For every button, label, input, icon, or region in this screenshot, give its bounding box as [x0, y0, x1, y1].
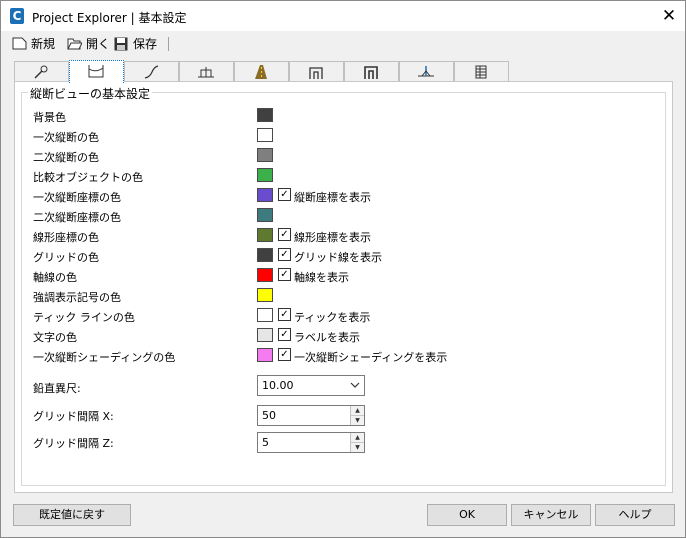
profile-settings-group: 縦断ビューの基本設定 背景色 一次縦断の色 二次縦断の色 比較オブジェクトの色 …	[21, 85, 666, 486]
cancel-button[interactable]: キャンセル	[511, 504, 591, 526]
alignment-icon	[144, 65, 159, 79]
table-icon	[475, 65, 487, 79]
row-label: グリッドの色	[33, 251, 99, 264]
open-label: 開く	[86, 37, 111, 51]
new-label: 新規	[31, 37, 56, 51]
spin-buttons: ▲ ▼	[350, 406, 364, 425]
structure-icon	[309, 67, 323, 79]
checkbox-label: 線形座標を表示	[294, 231, 371, 244]
show-axis-checkbox[interactable]: ✓	[278, 268, 291, 281]
color-swatch-alignment-coords[interactable]	[257, 228, 273, 242]
tab-table[interactable]	[454, 61, 509, 82]
show-grid-checkbox[interactable]: ✓	[278, 248, 291, 261]
spin-up-icon[interactable]: ▲	[351, 433, 364, 443]
title-bar[interactable]: C Project Explorer | 基本設定 ✕	[1, 1, 685, 31]
color-swatch-primary-profile[interactable]	[257, 128, 273, 142]
structure2-icon	[364, 66, 378, 79]
row-label: 一次縦断の色	[33, 131, 99, 144]
road-icon	[255, 65, 267, 79]
vertical-exaggeration-select[interactable]: 10.00	[257, 375, 365, 396]
grid-z-label: グリッド間隔 Z:	[33, 437, 114, 450]
tab-general[interactable]	[14, 61, 69, 82]
color-swatch-shading[interactable]	[257, 348, 273, 362]
profile-view-icon	[88, 65, 104, 78]
show-labels-checkbox[interactable]: ✓	[278, 328, 291, 341]
save-label: 保存	[133, 37, 158, 51]
toolbar-separator	[168, 37, 169, 51]
new-file-icon	[12, 37, 27, 50]
tab-alignment[interactable]	[124, 61, 179, 82]
settings-window: C Project Explorer | 基本設定 ✕ 新規 開く 保存 縦断ビ…	[0, 0, 686, 538]
color-swatch-text[interactable]	[257, 328, 273, 342]
spin-down-icon[interactable]: ▼	[351, 416, 364, 425]
group-title: 縦断ビューの基本設定	[28, 85, 153, 102]
ok-button[interactable]: OK	[427, 504, 507, 526]
grid-x-input[interactable]: 50 ▲ ▼	[257, 405, 365, 426]
close-icon[interactable]: ✕	[659, 6, 679, 26]
window-title: Project Explorer | 基本設定	[32, 11, 187, 25]
save-button[interactable]: 保存	[114, 35, 162, 53]
new-button[interactable]: 新規	[12, 35, 62, 53]
row-label: 文字の色	[33, 331, 77, 344]
open-folder-icon	[67, 38, 82, 50]
axis-icon	[418, 66, 434, 77]
spin-down-icon[interactable]: ▼	[351, 443, 364, 452]
wrench-icon	[34, 65, 48, 79]
chevron-down-icon	[350, 382, 360, 388]
tab-profile-view[interactable]	[69, 60, 124, 83]
open-button[interactable]: 開く	[67, 35, 111, 53]
tab-road[interactable]	[234, 61, 289, 82]
spin-value: 50	[262, 409, 276, 422]
spin-up-icon[interactable]: ▲	[351, 406, 364, 416]
tab-panel: 縦断ビューの基本設定 背景色 一次縦断の色 二次縦断の色 比較オブジェクトの色 …	[14, 81, 673, 493]
tab-cross-section[interactable]	[179, 61, 234, 82]
show-shading-checkbox[interactable]: ✓	[278, 348, 291, 361]
row-label: 二次縦断座標の色	[33, 211, 121, 224]
row-label: 線形座標の色	[33, 231, 99, 244]
row-label: 一次縦断座標の色	[33, 191, 121, 204]
color-swatch-background[interactable]	[257, 108, 273, 122]
checkbox-label: ラベルを表示	[294, 331, 360, 344]
tab-structure[interactable]	[289, 61, 344, 82]
color-swatch-grid[interactable]	[257, 248, 273, 262]
toolbar: 新規 開く 保存	[1, 33, 685, 55]
color-swatch-highlight[interactable]	[257, 288, 273, 302]
tab-axis[interactable]	[399, 61, 454, 82]
checkbox-label: 軸線を表示	[294, 271, 349, 284]
color-swatch-secondary-profile[interactable]	[257, 148, 273, 162]
row-label: 軸線の色	[33, 271, 77, 284]
color-swatch-tick[interactable]	[257, 308, 273, 322]
row-label: 一次縦断シェーディングの色	[33, 351, 176, 364]
checkbox-label: 縦断座標を表示	[294, 191, 371, 204]
save-disk-icon	[114, 37, 128, 51]
row-label: 背景色	[33, 111, 66, 124]
color-swatch-primary-coords[interactable]	[257, 188, 273, 202]
checkbox-label: ティックを表示	[294, 311, 371, 324]
color-swatch-comparison[interactable]	[257, 168, 273, 182]
row-label: 二次縦断の色	[33, 151, 99, 164]
vertical-exaggeration-label: 鉛直異尺:	[33, 382, 81, 395]
row-label: 比較オブジェクトの色	[33, 171, 143, 184]
row-label: 強調表示記号の色	[33, 291, 121, 304]
row-label: ティック ラインの色	[33, 311, 135, 324]
app-icon: C	[10, 8, 24, 24]
checkbox-label: グリッド線を表示	[294, 251, 382, 264]
show-alignment-coords-checkbox[interactable]: ✓	[278, 228, 291, 241]
grid-x-label: グリッド間隔 X:	[33, 410, 114, 423]
tab-structure-2[interactable]	[344, 61, 399, 82]
reset-defaults-button[interactable]: 既定値に戻す	[13, 504, 131, 526]
show-profile-coords-checkbox[interactable]: ✓	[278, 188, 291, 201]
cross-section-icon	[198, 67, 214, 78]
checkbox-label: 一次縦断シェーディングを表示	[294, 351, 448, 364]
spin-buttons: ▲ ▼	[350, 433, 364, 452]
help-button[interactable]: ヘルプ	[595, 504, 675, 526]
color-swatch-secondary-coords[interactable]	[257, 208, 273, 222]
spin-value: 5	[262, 436, 269, 449]
show-ticks-checkbox[interactable]: ✓	[278, 308, 291, 321]
color-swatch-axis[interactable]	[257, 268, 273, 282]
combo-value: 10.00	[262, 379, 294, 392]
grid-z-input[interactable]: 5 ▲ ▼	[257, 432, 365, 453]
